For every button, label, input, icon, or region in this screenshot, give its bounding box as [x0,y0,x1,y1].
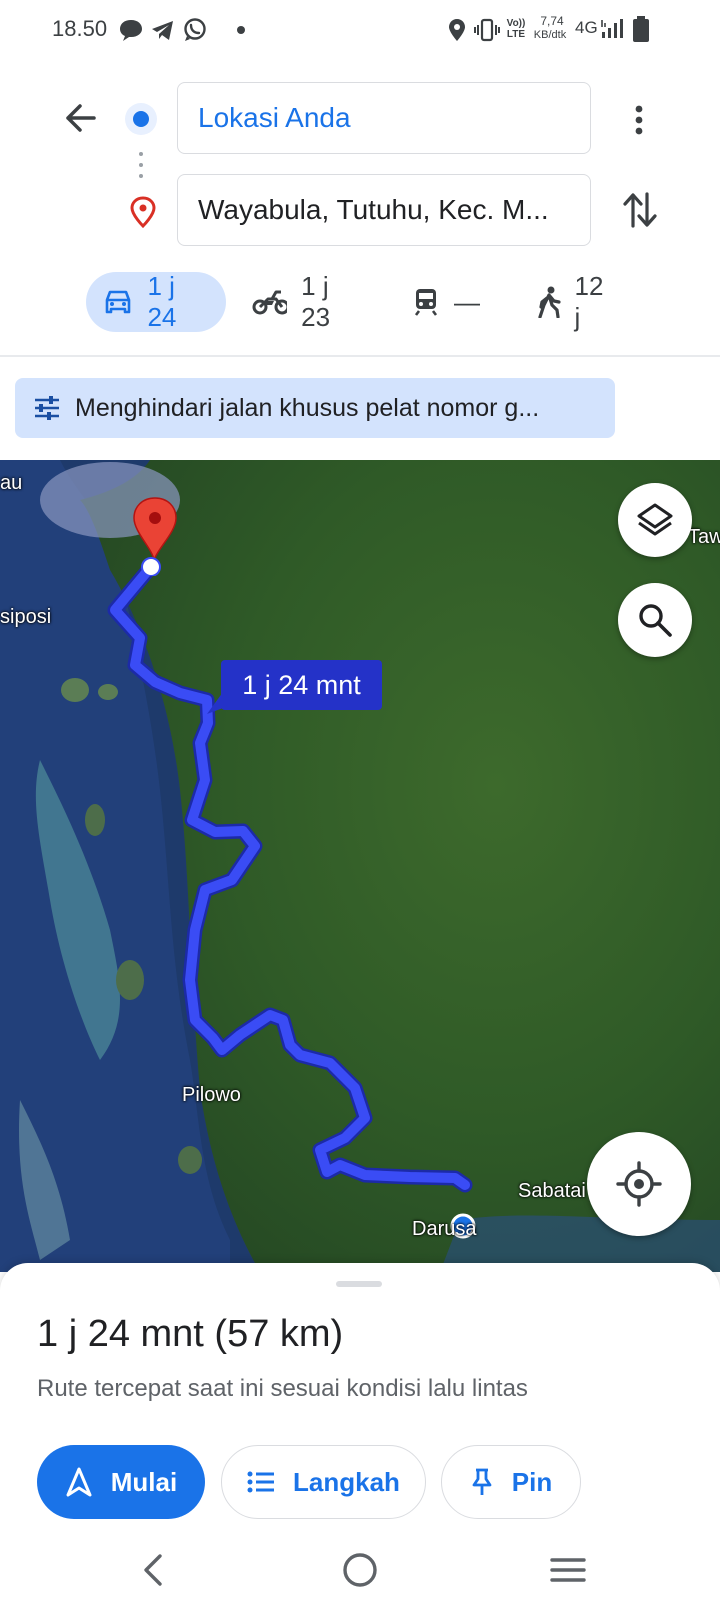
walk-icon [538,286,561,318]
divider [0,355,720,357]
speed-unit: KB/dtk [533,29,567,41]
route-options-banner[interactable]: Menghindari jalan khusus pelat nomor g..… [15,378,615,438]
swap-icon[interactable] [620,190,660,230]
start-button-label: Mulai [110,1466,178,1497]
route-dots-icon [139,152,143,178]
motorcycle-icon [252,290,288,315]
my-location-icon [616,1161,662,1207]
navigation-arrow-icon [66,1467,92,1497]
status-bar: 18.50 Vo)) LTE 7,74 KB/dtk 4G [0,0,720,60]
origin-input[interactable]: Lokasi Anda [177,82,591,154]
mode-transit-chip[interactable]: — [396,272,496,332]
car-icon [105,290,131,314]
chat-bubble-icon [120,20,142,41]
route-duration-label[interactable]: 1 j 24 mnt [221,660,382,710]
place-label-au: au [0,472,23,494]
pin-icon [472,1468,492,1495]
place-label-tawi: Tawi [688,526,720,548]
destination-input[interactable]: Wayabula, Tutuhu, Kec. M... [177,174,591,246]
steps-button-label: Langkah [293,1466,400,1497]
vibrate-icon [474,18,500,42]
route-summary-subtitle: Rute tercepat saat ini sesuai kondisi la… [37,1375,528,1402]
origin-dot-icon [125,103,157,135]
pin-button[interactable]: Pin [441,1445,581,1519]
mode-motorcycle-label: 1 j 23 [301,271,331,332]
mode-walk-chip[interactable]: 12 j [520,271,630,332]
network-label: 4G [575,18,598,37]
search-icon [639,604,672,637]
nav-home-icon[interactable] [340,1550,380,1590]
dot-icon [237,26,245,34]
nav-recents-icon[interactable] [550,1550,586,1590]
telegram-icon [152,21,173,40]
mode-walk-label: 12 j [574,271,604,332]
route-label-tail [207,692,223,714]
layers-button[interactable] [618,483,692,557]
start-button[interactable]: Mulai [37,1445,205,1519]
speed-value: 7,74 [540,14,564,28]
pin-button-label: Pin [511,1466,553,1497]
route-options-label: Menghindari jalan khusus pelat nomor g..… [75,393,540,422]
tune-icon [35,396,59,420]
train-icon [414,289,438,316]
back-arrow-icon[interactable] [60,98,100,138]
my-location-button[interactable] [587,1132,691,1236]
mode-car-label: 1 j 24 [147,271,177,332]
location-icon [449,19,465,41]
map-search-button[interactable] [618,583,692,657]
mode-motorcycle-chip[interactable]: 1 j 23 [236,271,376,332]
place-label-darusa: Darusa [412,1218,477,1240]
steps-button[interactable]: Langkah [221,1445,426,1519]
mode-transit-label: — [454,286,480,317]
map-view[interactable]: 1 j 24 mnt au siposi Tawi Pilowo Sabatai… [0,460,720,1272]
mode-car-chip[interactable]: 1 j 24 [86,271,226,332]
destination-marker-icon[interactable] [130,496,180,576]
more-vert-icon[interactable] [622,100,656,140]
status-time: 18.50 [52,16,108,41]
place-label-siposi: siposi [0,606,52,628]
whatsapp-icon [184,18,206,41]
place-label-sabatai: Sabatai [518,1180,586,1202]
drag-handle[interactable] [336,1281,382,1287]
signal-icon [601,19,623,38]
nav-back-icon[interactable] [138,1550,168,1590]
route-summary-title: 1 j 24 mnt (57 km) [37,1313,344,1355]
destination-pin-icon [130,196,156,228]
place-label-pilowo: Pilowo [182,1084,241,1106]
battery-icon [633,16,649,42]
layers-icon [637,503,673,536]
volte-label: Vo)) LTE [506,18,526,40]
list-icon [247,1471,275,1493]
